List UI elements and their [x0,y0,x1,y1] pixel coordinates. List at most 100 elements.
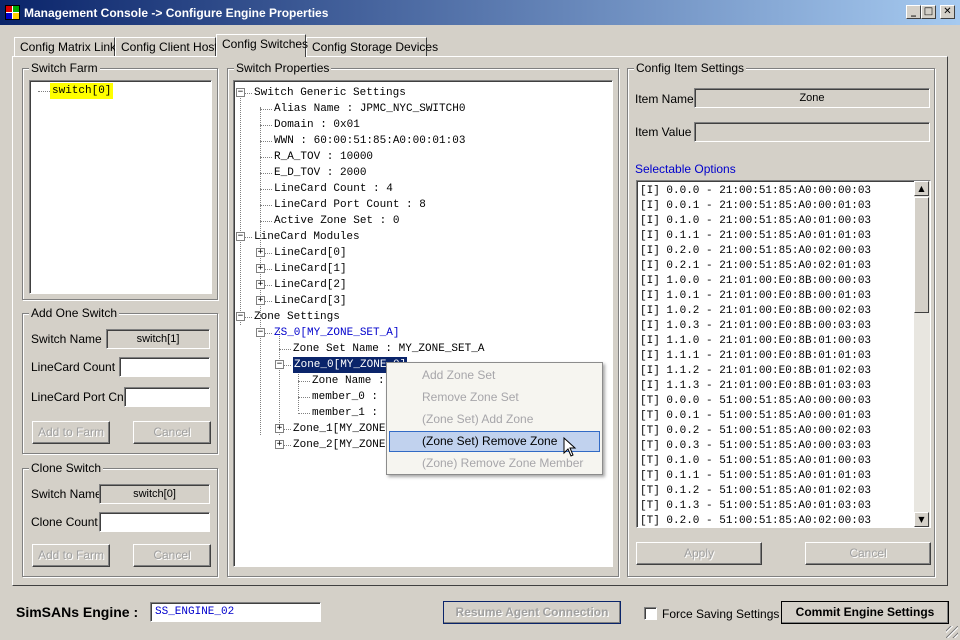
option-item[interactable]: [I] 0.0.0 - 21:00:51:85:A0:00:00:03 [640,184,871,199]
tree-domain[interactable]: Domain : 0x01 [274,117,360,133]
option-item[interactable]: [I] 1.0.2 - 21:01:00:E0:8B:00:02:03 [640,304,871,319]
tree-zone-2[interactable]: Zone_2[MY_ZONE [293,437,385,453]
option-item[interactable]: [I] 0.2.0 - 21:00:51:85:A0:02:00:03 [640,244,871,259]
collapse-icon[interactable]: − [236,232,245,241]
option-item[interactable]: [I] 1.0.1 - 21:01:00:E0:8B:00:01:03 [640,289,871,304]
scroll-down-icon[interactable]: ▼ [914,512,929,527]
window-title: Management Console -> Configure Engine P… [24,6,329,20]
tree-linecard-2[interactable]: LineCard[2] [274,277,347,293]
tree-zone-set-0[interactable]: ZS_0[MY_ZONE_SET_A] [274,325,399,341]
option-item[interactable]: [T] 0.1.3 - 51:00:51:85:A0:01:03:03 [640,499,871,514]
expand-icon[interactable]: + [256,248,265,257]
tree-e-d-tov[interactable]: E_D_TOV : 2000 [274,165,366,181]
tree-wwn[interactable]: WWN : 60:00:51:85:A0:00:01:03 [274,133,465,149]
tree-linecard-0[interactable]: LineCard[0] [274,245,347,261]
add-switch-cancel-button[interactable]: Cancel [133,421,211,444]
option-item[interactable]: [T] 0.2.0 - 51:00:51:85:A0:02:00:03 [640,514,871,527]
resume-agent-connection-button[interactable]: Resume Agent Connection [443,601,621,624]
linecard-count-label: LineCard Count [31,360,116,374]
options-scrollbar[interactable]: ▲ ▼ [914,181,930,527]
tab-config-matrix-links[interactable]: Config Matrix Links [14,37,122,56]
commit-engine-settings-button[interactable]: Commit Engine Settings [781,601,949,624]
tree-member-0[interactable]: member_0 : [312,389,378,405]
tree-zone-settings[interactable]: Zone Settings [254,309,340,325]
option-item[interactable]: [T] 0.0.2 - 51:00:51:85:A0:00:02:03 [640,424,871,439]
tree-r-a-tov[interactable]: R_A_TOV : 10000 [274,149,373,165]
maximize-icon[interactable]: □ [921,5,936,19]
option-item[interactable]: [I] 1.0.3 - 21:01:00:E0:8B:00:03:03 [640,319,871,334]
clone-add-to-farm-button[interactable]: Add to Farm [32,544,110,567]
option-item[interactable]: [T] 0.0.3 - 51:00:51:85:A0:00:03:03 [640,439,871,454]
menu-remove-zone-set[interactable]: Remove Zone Set [389,387,600,408]
menu-add-zone-set[interactable]: Add Zone Set [389,365,600,386]
collapse-icon[interactable]: − [236,88,245,97]
tree-linecard-3[interactable]: LineCard[3] [274,293,347,309]
switch-farm-item[interactable]: switch[0] [50,83,114,99]
switch-properties-tree[interactable]: − Switch Generic Settings Alias Name : JPM… [233,80,613,567]
switch-farm-tree[interactable]: switch[0] [29,80,212,294]
expand-icon[interactable]: + [256,264,265,273]
minimize-icon[interactable]: _ [906,5,921,19]
tree-guide-line [298,413,310,414]
resize-grip-icon[interactable] [946,626,958,638]
clone-switch-name-field: switch[0] [99,484,210,504]
clone-count-input[interactable] [99,512,210,532]
option-item[interactable]: [T] 0.0.0 - 51:00:51:85:A0:00:00:03 [640,394,871,409]
tree-linecard-port-count[interactable]: LineCard Port Count : 8 [274,197,426,213]
option-item[interactable]: [I] 1.1.2 - 21:01:00:E0:8B:01:02:03 [640,364,871,379]
item-value-label: Item Value [635,125,692,139]
switch-name-label: Switch Name [31,332,102,346]
option-item[interactable]: [I] 1.1.1 - 21:01:00:E0:8B:01:01:03 [640,349,871,364]
scroll-thumb[interactable] [914,197,929,313]
tree-linecard-modules[interactable]: LineCard Modules [254,229,360,245]
linecard-port-input[interactable] [124,387,210,407]
tree-linecard-1[interactable]: LineCard[1] [274,261,347,277]
tree-active-zone-set[interactable]: Active Zone Set : 0 [274,213,399,229]
tab-config-storage-devices[interactable]: Config Storage Devices [306,37,438,56]
option-item[interactable]: [T] 0.1.1 - 51:00:51:85:A0:01:01:03 [640,469,871,484]
tree-linecard-count[interactable]: LineCard Count : 4 [274,181,393,197]
expand-icon[interactable]: + [275,424,284,433]
menu-add-zone[interactable]: (Zone Set) Add Zone [389,409,600,430]
close-icon[interactable]: ✕ [940,5,955,19]
option-item[interactable]: [I] 1.1.0 - 21:01:00:E0:8B:01:00:03 [640,334,871,349]
option-item[interactable]: [I] 1.0.0 - 21:01:00:E0:8B:00:00:03 [640,274,871,289]
option-item[interactable]: [T] 0.1.0 - 51:00:51:85:A0:01:00:03 [640,454,871,469]
linecard-count-input[interactable] [119,357,210,377]
tree-guide-line [279,349,291,350]
scroll-up-icon[interactable]: ▲ [914,181,929,196]
tree-guide-line [260,141,272,142]
collapse-icon[interactable]: − [236,312,245,321]
tree-alias-name[interactable]: Alias Name : JPMC_NYC_SWITCH0 [274,101,465,117]
selectable-options-list[interactable]: [I] 0.0.0 - 21:00:51:85:A0:00:00:03 [I] 0… [636,180,931,528]
collapse-icon[interactable]: − [256,328,265,337]
apply-button[interactable]: Apply [636,542,762,565]
item-cancel-button[interactable]: Cancel [805,542,931,565]
tree-member-1[interactable]: member_1 : [312,405,378,421]
option-item[interactable]: [I] 0.1.0 - 21:00:51:85:A0:01:00:03 [640,214,871,229]
option-item[interactable]: [I] 0.0.1 - 21:00:51:85:A0:00:01:03 [640,199,871,214]
title-bar[interactable]: Management Console -> Configure Engine P… [0,0,960,25]
option-item[interactable]: [I] 0.1.1 - 21:00:51:85:A0:01:01:03 [640,229,871,244]
option-item[interactable]: [T] 0.1.2 - 51:00:51:85:A0:01:02:03 [640,484,871,499]
tab-config-switches[interactable]: Config Switches [216,34,308,57]
tree-zone-name[interactable]: Zone Name : [312,373,385,389]
option-item[interactable]: [I] 1.1.3 - 21:01:00:E0:8B:01:03:03 [640,379,871,394]
option-item[interactable]: [I] 0.2.1 - 21:00:51:85:A0:02:01:03 [640,259,871,274]
app-icon [5,5,20,20]
clone-cancel-button[interactable]: Cancel [133,544,211,567]
expand-icon[interactable]: + [275,440,284,449]
force-saving-label: Force Saving Settings [662,607,780,621]
expand-icon[interactable]: + [256,296,265,305]
force-saving-checkbox[interactable] [644,607,657,620]
collapse-icon[interactable]: − [275,360,284,369]
tab-config-client-hosts[interactable]: Config Client Hosts [115,37,224,56]
tree-zone-set-name[interactable]: Zone Set Name : MY_ZONE_SET_A [293,341,484,357]
linecard-port-label: LineCard Port Cnt [31,390,128,404]
add-to-farm-button[interactable]: Add to Farm [32,421,110,444]
tree-zone-1[interactable]: Zone_1[MY_ZONE [293,421,385,437]
expand-icon[interactable]: + [256,280,265,289]
tree-guide-line [298,381,310,382]
option-item[interactable]: [T] 0.0.1 - 51:00:51:85:A0:00:01:03 [640,409,871,424]
tree-generic-settings[interactable]: Switch Generic Settings [254,85,406,101]
